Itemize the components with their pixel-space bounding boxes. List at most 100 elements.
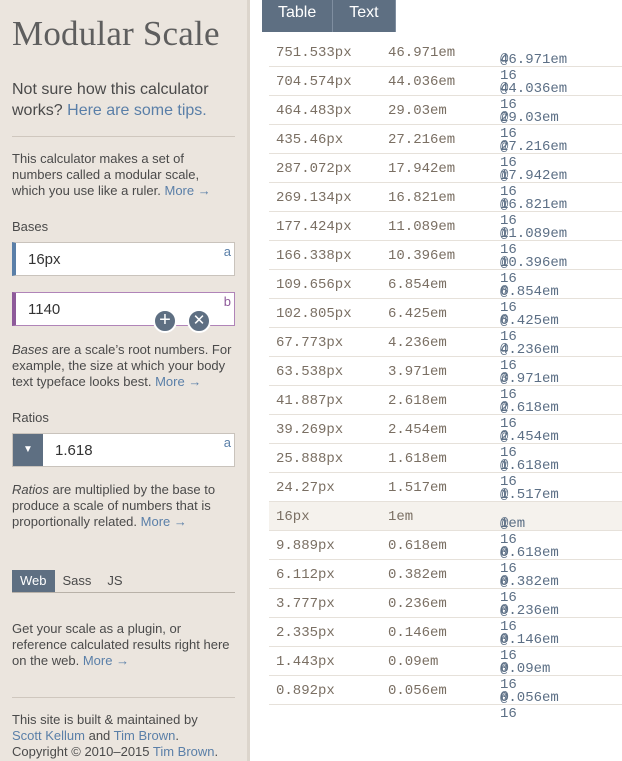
- px-value: 63.538px: [276, 364, 344, 380]
- view-tabs: Table Text: [262, 0, 396, 32]
- ratio-dropdown-icon[interactable]: ▼: [13, 434, 43, 466]
- ratios-em: Ratios: [12, 482, 49, 497]
- px-value: 6.112px: [276, 567, 335, 583]
- px-value: 41.887px: [276, 393, 344, 409]
- px-value: 109.656px: [276, 277, 352, 293]
- px-value: 751.533px: [276, 45, 352, 61]
- table-row: 9.889px 0.618em 0.618em @ 16: [269, 531, 622, 577]
- more-link[interactable]: More →: [141, 514, 187, 529]
- base-a-input[interactable]: 16px a: [12, 242, 235, 276]
- author-link-scott[interactable]: Scott Kellum: [12, 728, 85, 743]
- em-value: 10.396em: [388, 248, 456, 264]
- em-value: 4.236em: [388, 335, 447, 351]
- px-value: 1.443px: [276, 654, 335, 670]
- table-row: 0.892px 0.056em 0.056em @ 16: [269, 676, 622, 722]
- sidebar: Modular Scale Not sure how this calculat…: [0, 0, 250, 761]
- px-value: 269.134px: [276, 190, 352, 206]
- tab-table[interactable]: Table: [262, 0, 334, 32]
- author-link-tim-2[interactable]: Tim Brown: [153, 744, 215, 759]
- em-value: 0.09em: [388, 654, 439, 670]
- table-row: 166.338px 10.396em 10.396em @ 16: [269, 241, 622, 287]
- base-b-tag: b: [223, 294, 231, 309]
- px-value: 287.072px: [276, 161, 352, 177]
- ratios-label: Ratios: [12, 410, 49, 425]
- intro-text: Not sure how this calculator works? Here…: [12, 79, 235, 121]
- tab-sass[interactable]: Sass: [55, 570, 100, 592]
- px-value: 24.27px: [276, 480, 335, 496]
- ratio-input[interactable]: ▼ 1.618 a: [12, 433, 235, 467]
- bases-label: Bases: [12, 219, 49, 234]
- table-row: 435.46px 27.216em 27.216em @ 16: [269, 125, 622, 171]
- table-row: 67.773px 4.236em 4.236em @ 16: [269, 328, 622, 374]
- table-row: 1.443px 0.09em 0.09em @ 16: [269, 647, 622, 693]
- more-link[interactable]: More →: [164, 183, 210, 198]
- table-row: 39.269px 2.454em 2.454em @ 16: [269, 415, 622, 461]
- export-description: Get your scale as a plugin, or reference…: [12, 621, 235, 669]
- table-row: 41.887px 2.618em 2.618em @ 16: [269, 386, 622, 432]
- base-b-value[interactable]: 1140: [28, 301, 60, 318]
- ratio-tag: a: [223, 435, 231, 450]
- em-value: 27.216em: [388, 132, 456, 148]
- table-row: 2.335px 0.146em 0.146em @ 16: [269, 618, 622, 664]
- px-value: 9.889px: [276, 538, 335, 554]
- tips-link[interactable]: Here are some tips.: [67, 102, 207, 119]
- em-value: 16.821em: [388, 190, 456, 206]
- footer-period: .: [175, 728, 179, 743]
- em-value: 3.971em: [388, 364, 447, 380]
- em16-suffix: @ 16: [500, 690, 517, 722]
- table-row: 177.424px 11.089em 11.089em @ 16: [269, 212, 622, 258]
- px-value: 0.892px: [276, 683, 335, 699]
- table-row: 102.805px 6.425em 6.425em @ 16: [269, 299, 622, 345]
- table-row: 109.656px 6.854em 6.854em @ 16: [269, 270, 622, 316]
- em-value: 2.454em: [388, 422, 447, 438]
- em-value: 1.618em: [388, 451, 447, 467]
- bases-description: Bases are a scale’s root numbers. For ex…: [12, 342, 235, 390]
- em-value: 0.146em: [388, 625, 447, 641]
- table-row: 751.533px 46.971em 46.971em @ 16: [269, 38, 622, 84]
- tab-text[interactable]: Text: [333, 0, 396, 32]
- px-value: 3.777px: [276, 596, 335, 612]
- base-a-value[interactable]: 16px: [28, 251, 61, 268]
- em-value: 0.236em: [388, 596, 447, 612]
- em-value: 1em: [388, 509, 414, 525]
- table-row: 24.27px1.517em1.517em @ 16: [269, 473, 622, 519]
- table-row: 269.134px 16.821em 16.821em @ 16: [269, 183, 622, 229]
- table-row: 25.888px 1.618em 1.618em @ 16: [269, 444, 622, 490]
- ratio-value[interactable]: 1.618: [55, 442, 93, 459]
- tab-web[interactable]: Web: [12, 570, 55, 592]
- table-row: 464.483px 29.03em 29.03em @ 16: [269, 96, 622, 142]
- author-link-tim[interactable]: Tim Brown: [114, 728, 176, 743]
- em-value: 1.517em: [388, 480, 447, 496]
- em-value: 44.036em: [388, 74, 456, 90]
- em-value: 2.618em: [388, 393, 447, 409]
- base-b-input[interactable]: 1140 b + ✕: [12, 292, 235, 333]
- px-value: 16px: [276, 509, 310, 525]
- table-row: 6.112px 0.382em 0.382em @ 16: [269, 560, 622, 606]
- more-link[interactable]: More →: [155, 374, 201, 389]
- px-value: 25.888px: [276, 451, 344, 467]
- ratios-description: Ratios are multiplied by the base to pro…: [12, 482, 235, 530]
- table-row: 704.574px 44.036em 44.036em @ 16: [269, 67, 622, 113]
- px-value: 177.424px: [276, 219, 352, 235]
- remove-base-icon[interactable]: ✕: [187, 309, 211, 333]
- footer-period: .: [214, 744, 219, 759]
- calculator-description: This calculator makes a set of numbers c…: [12, 151, 235, 199]
- em-value: 29.03em: [388, 103, 447, 119]
- em-value: 6.425em: [388, 306, 447, 322]
- px-value: 704.574px: [276, 74, 352, 90]
- more-link[interactable]: More →: [83, 653, 129, 668]
- table-row: 3.777px 0.236em 0.236em @ 16: [269, 589, 622, 635]
- table-row: 16px 1em 1em @ 16: [269, 502, 622, 548]
- copyright: Copyright © 2010–2015: [12, 744, 153, 759]
- em-value: 6.854em: [388, 277, 447, 293]
- em-value: 0.618em: [388, 538, 447, 554]
- px-value: 435.46px: [276, 132, 344, 148]
- divider: [12, 136, 235, 137]
- table-row: 287.072px 17.942em 17.942em @ 16: [269, 154, 622, 200]
- em-value: 11.089em: [388, 219, 456, 235]
- px-value: 39.269px: [276, 422, 344, 438]
- add-base-icon[interactable]: +: [153, 309, 177, 333]
- tab-js[interactable]: JS: [99, 570, 130, 592]
- scale-table: 751.533px 46.971em 46.971em @ 16 704.574px 4…: [269, 38, 622, 722]
- px-value: 102.805px: [276, 306, 352, 322]
